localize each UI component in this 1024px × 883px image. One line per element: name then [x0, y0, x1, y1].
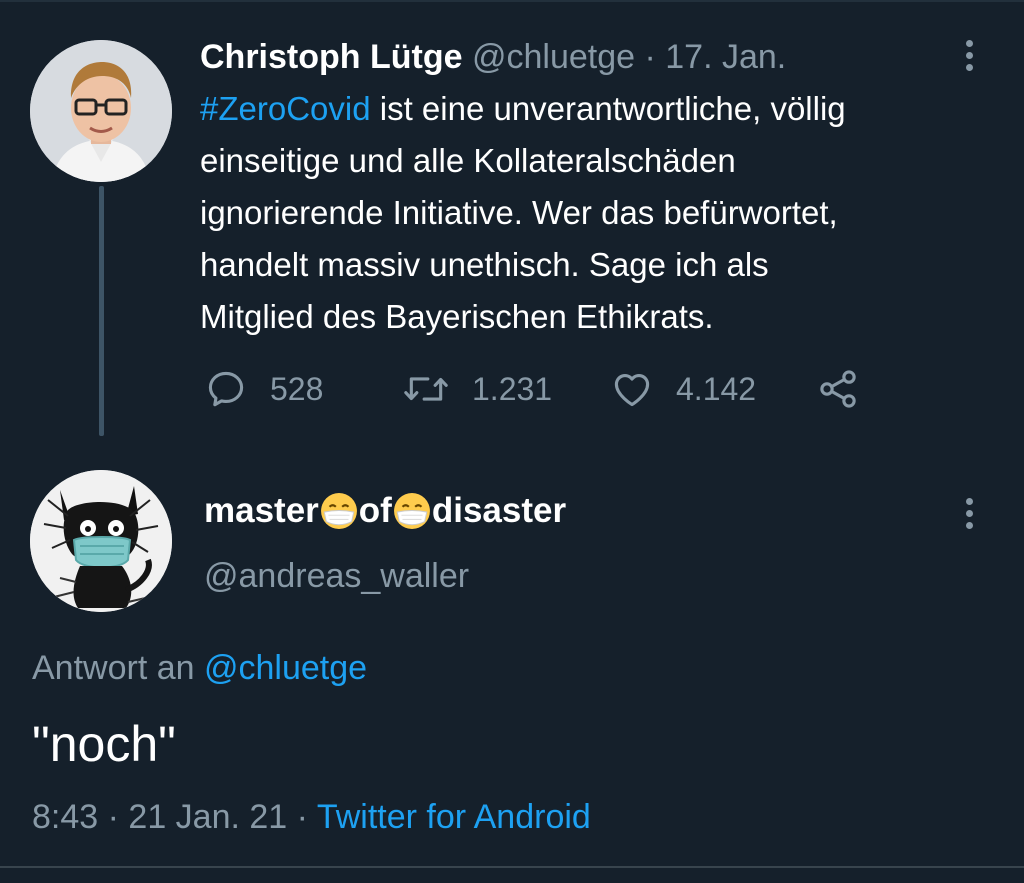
- retweet-icon: [404, 377, 448, 401]
- tweet-date[interactable]: 17. Jan.: [665, 38, 786, 76]
- reply-author-name[interactable]: master of disaster: [204, 488, 566, 534]
- parent-tweet-header: Christoph Lütge @chluetge · 17. Jan.: [200, 36, 786, 78]
- tweet-text-line-1: #ZeroCovid ist eine unverantwortliche, v…: [200, 83, 990, 135]
- replying-to-line: Antwort an @chluetge: [32, 646, 367, 690]
- tweet-text-line-1-rest: ist eine unverantwortliche, völlig: [370, 90, 846, 127]
- tweet-text-line-2: einseitige und alle Kollateralschäden: [200, 142, 736, 179]
- author-name[interactable]: Christoph Lütge: [200, 38, 463, 76]
- avatar-master-of-disaster[interactable]: [30, 470, 172, 612]
- retweet-button[interactable]: 1.231: [402, 364, 552, 414]
- share-icon: [820, 370, 856, 408]
- reply-time: 8:43: [32, 798, 99, 836]
- face-with-medical-mask-emoji: [393, 493, 430, 529]
- bottom-divider: [0, 866, 1024, 868]
- reply-tweet-text: "noch": [32, 716, 176, 772]
- thread-connector-line: [99, 186, 104, 436]
- replying-to-mention[interactable]: @chluetge: [204, 649, 367, 687]
- avatar-christoph-image: [30, 40, 172, 182]
- reply-count: 528: [270, 370, 324, 407]
- more-vertical-icon[interactable]: [966, 40, 976, 76]
- top-divider: [0, 0, 1024, 2]
- more-vertical-icon[interactable]: [966, 498, 976, 534]
- meta-separator: ·: [98, 798, 129, 836]
- reply-author-name-part-1: master: [204, 491, 319, 530]
- face-with-medical-mask-emoji: [320, 493, 357, 529]
- tweet-text-line-4: handelt massiv unethisch. Sage ich als: [200, 246, 769, 283]
- meta-separator: ·: [287, 798, 317, 836]
- tweet-source-link[interactable]: Twitter for Android: [317, 798, 591, 836]
- reply-author-handle[interactable]: @andreas_waller: [204, 554, 469, 598]
- heart-icon: [614, 374, 650, 407]
- replying-to-label: Antwort an: [32, 649, 204, 687]
- retweet-count: 1.231: [472, 370, 553, 407]
- reply-author-name-part-3: disaster: [431, 491, 567, 530]
- reply-author-name-part-2: of: [358, 491, 392, 530]
- tweet-text-line-5: Mitglied des Bayerischen Ethikrats.: [200, 298, 714, 335]
- avatar-cat-image: [30, 470, 172, 612]
- tweet-actions-bar: 528 1.231 4.142: [204, 364, 904, 414]
- reply-button[interactable]: 528: [204, 364, 323, 414]
- reply-tweet-meta: 8:43 · 21 Jan. 21 · Twitter for Android: [32, 795, 591, 839]
- reply-date: 21 Jan. 21: [128, 798, 288, 836]
- hashtag-link[interactable]: #ZeroCovid: [200, 90, 371, 127]
- reply-icon: [208, 371, 244, 407]
- like-count: 4.142: [676, 370, 757, 407]
- like-button[interactable]: 4.142: [610, 364, 756, 414]
- author-handle[interactable]: @chluetge: [472, 38, 635, 76]
- meta-separator: ·: [635, 38, 666, 76]
- share-button[interactable]: [816, 364, 860, 414]
- tweet-detail-page: Christoph Lütge @chluetge · 17. Jan. #Ze…: [0, 0, 1024, 883]
- parent-tweet-text: #ZeroCovid ist eine unverantwortliche, v…: [200, 83, 990, 343]
- tweet-text-line-3: ignorierende Initiative. Wer das befürwo…: [200, 194, 838, 231]
- avatar-christoph[interactable]: [30, 40, 172, 182]
